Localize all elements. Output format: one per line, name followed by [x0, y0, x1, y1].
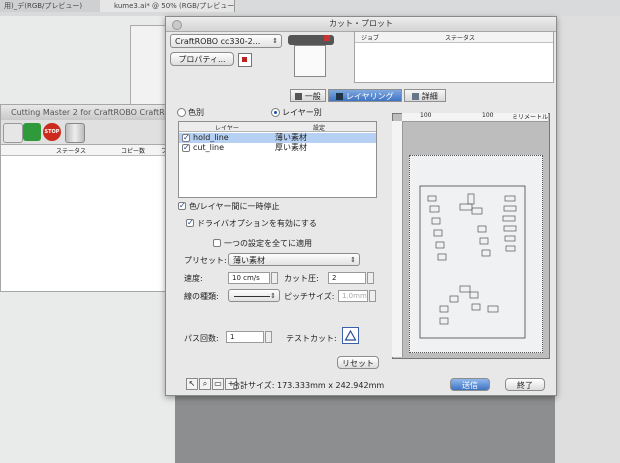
job-table[interactable]: ジョブ ステータス [354, 31, 554, 83]
radio-layer-label: レイヤー別 [282, 108, 322, 117]
layer-checkbox[interactable]: ✓ [182, 134, 190, 142]
apply-all-checkbox[interactable] [213, 239, 221, 247]
cutting-master-window: Cutting Master 2 for CraftROBO CraftRO S… [0, 104, 177, 292]
pressure-stepper[interactable] [367, 272, 374, 284]
cut-plot-dialog: カット・プロット CraftROBO cc330-2... ⇕ プロパティ... … [165, 16, 557, 396]
total-size: 合計サイズ: 173.333mm x 242.942mm [232, 381, 385, 390]
document-icon [412, 93, 420, 100]
radio-color-label: 色別 [188, 108, 204, 117]
passes-label: パス回数: [184, 334, 219, 343]
ruler-tick: 100 [420, 112, 432, 119]
document-tab-1[interactable]: 用)_デ(RGB/プレビュー) [0, 0, 105, 12]
chevron-updown-icon: ⇕ [272, 37, 278, 45]
ruler-left [392, 121, 403, 357]
layer-name: hold_line [193, 133, 229, 142]
tab-general-label: 一般 [304, 92, 321, 101]
fit-icon[interactable]: ▭ [212, 378, 224, 390]
trash-icon[interactable] [65, 123, 85, 143]
test-cut-button[interactable] [342, 327, 359, 344]
pause-label: 色/レイヤー間に一時停止 [189, 202, 280, 211]
zoom-icon[interactable]: ⌕ [199, 378, 211, 390]
pencil-icon [295, 93, 303, 100]
preset-select[interactable]: 薄い素材 ⇕ [228, 253, 360, 266]
plotter-icon [284, 31, 339, 79]
radio-layer[interactable] [271, 108, 280, 117]
pitch-stepper[interactable] [369, 290, 376, 302]
col-status: ステータス [56, 148, 87, 155]
test-cut-label: テストカット: [286, 334, 337, 343]
driver-options-checkbox[interactable]: ✓ [186, 219, 194, 227]
tab-general[interactable]: 一般 [290, 89, 326, 102]
chevron-updown-icon: ⇕ [350, 256, 356, 264]
device-value: CraftROBO cc330-2... [175, 37, 261, 46]
device-info-icon[interactable] [238, 53, 252, 67]
tab-layering-label: レイヤリング [345, 92, 394, 101]
layer-checkbox[interactable]: ✓ [182, 144, 190, 152]
line-type-select[interactable]: ⇕ [228, 289, 280, 302]
ruler-unit: ミリメートル [512, 114, 549, 121]
dialog-title: カット・プロット [166, 17, 556, 32]
layer-name: cut_line [193, 143, 225, 152]
triangle-icon [344, 329, 357, 341]
col-copies: コピー数 [121, 148, 146, 155]
col-job: ジョブ [361, 35, 380, 42]
preset-value: 薄い素材 [233, 256, 265, 265]
speed-field[interactable]: 10 cm/s [228, 272, 270, 284]
job-table-header: ジョブ ステータス [355, 32, 553, 43]
tab-details[interactable]: 詳細 [404, 89, 446, 102]
layer-setting: 薄い素材 [275, 133, 307, 142]
col-setting: 設定 [313, 125, 326, 132]
close-icon[interactable] [172, 20, 182, 30]
layer-row[interactable]: ✓ hold_line 薄い素材 [179, 133, 376, 143]
chevron-updown-icon: ⇕ [270, 292, 276, 300]
pointer-icon[interactable]: ↖ [186, 378, 198, 390]
pressure-label: カット圧: [284, 274, 319, 283]
cutting-master-toolbar: STOP [1, 120, 176, 145]
document-tab-2[interactable]: kume3.ai* @ 50% (RGB/プレビュー) [100, 0, 235, 12]
cut-shapes [419, 185, 526, 339]
speed-label: 速度: [184, 274, 203, 283]
layers-icon [336, 93, 344, 100]
layer-list[interactable]: レイヤー 設定 ✓ hold_line 薄い素材 ✓ cut_line 厚い素材 [178, 121, 377, 198]
passes-stepper[interactable] [265, 331, 272, 343]
reset-button[interactable]: リセット [337, 356, 379, 369]
tab-details-label: 詳細 [421, 92, 438, 101]
layer-row[interactable]: ✓ cut_line 厚い素材 [179, 143, 376, 153]
speed-stepper[interactable] [271, 272, 278, 284]
pressure-field[interactable]: 2 [328, 272, 366, 284]
job-list[interactable] [1, 156, 176, 291]
document-icon[interactable] [3, 123, 23, 143]
ruler-top: 100 ミリメートル 100 [402, 112, 549, 122]
dialog-bottom-bar: ↖ ⌕ ▭ + 合計サイズ: 173.333mm x 242.942mm 送信 … [166, 378, 556, 395]
apply-all-label: 一つの設定を全てに適用 [224, 239, 312, 248]
properties-button[interactable]: プロパティ... [170, 52, 234, 66]
col-layer: レイヤー [215, 125, 239, 132]
paper-sheet [409, 155, 543, 353]
ruler-tick: 100 [482, 112, 494, 119]
artboard-canvas-right [555, 16, 620, 463]
layer-list-header: レイヤー 設定 [179, 122, 376, 132]
pause-checkbox[interactable]: ✓ [178, 202, 186, 210]
col-job-status: ステータス [445, 35, 476, 42]
job-list-header: ステータス コピー数 ファ [1, 145, 176, 156]
device-select[interactable]: CraftROBO cc330-2... ⇕ [170, 34, 282, 48]
passes-field[interactable]: 1 [226, 331, 264, 343]
send-button[interactable]: 送信 [450, 378, 490, 391]
pitch-field[interactable]: 1.0mm [338, 290, 368, 302]
line-type-label: 線の種類: [184, 292, 219, 301]
quit-button[interactable]: 終了 [505, 378, 545, 391]
preset-label: プリセット: [184, 256, 227, 265]
play-icon[interactable] [23, 123, 41, 141]
cutting-master-title: Cutting Master 2 for CraftROBO CraftRO [1, 105, 176, 120]
pitch-label: ピッチサイズ: [284, 292, 335, 301]
tab-layering[interactable]: レイヤリング [328, 89, 402, 102]
line-sample [234, 296, 270, 297]
driver-options-label: ドライバオプションを有効にする [197, 219, 317, 228]
stop-icon[interactable]: STOP [43, 123, 61, 141]
layer-setting: 厚い素材 [275, 143, 307, 152]
radio-color[interactable] [177, 108, 186, 117]
